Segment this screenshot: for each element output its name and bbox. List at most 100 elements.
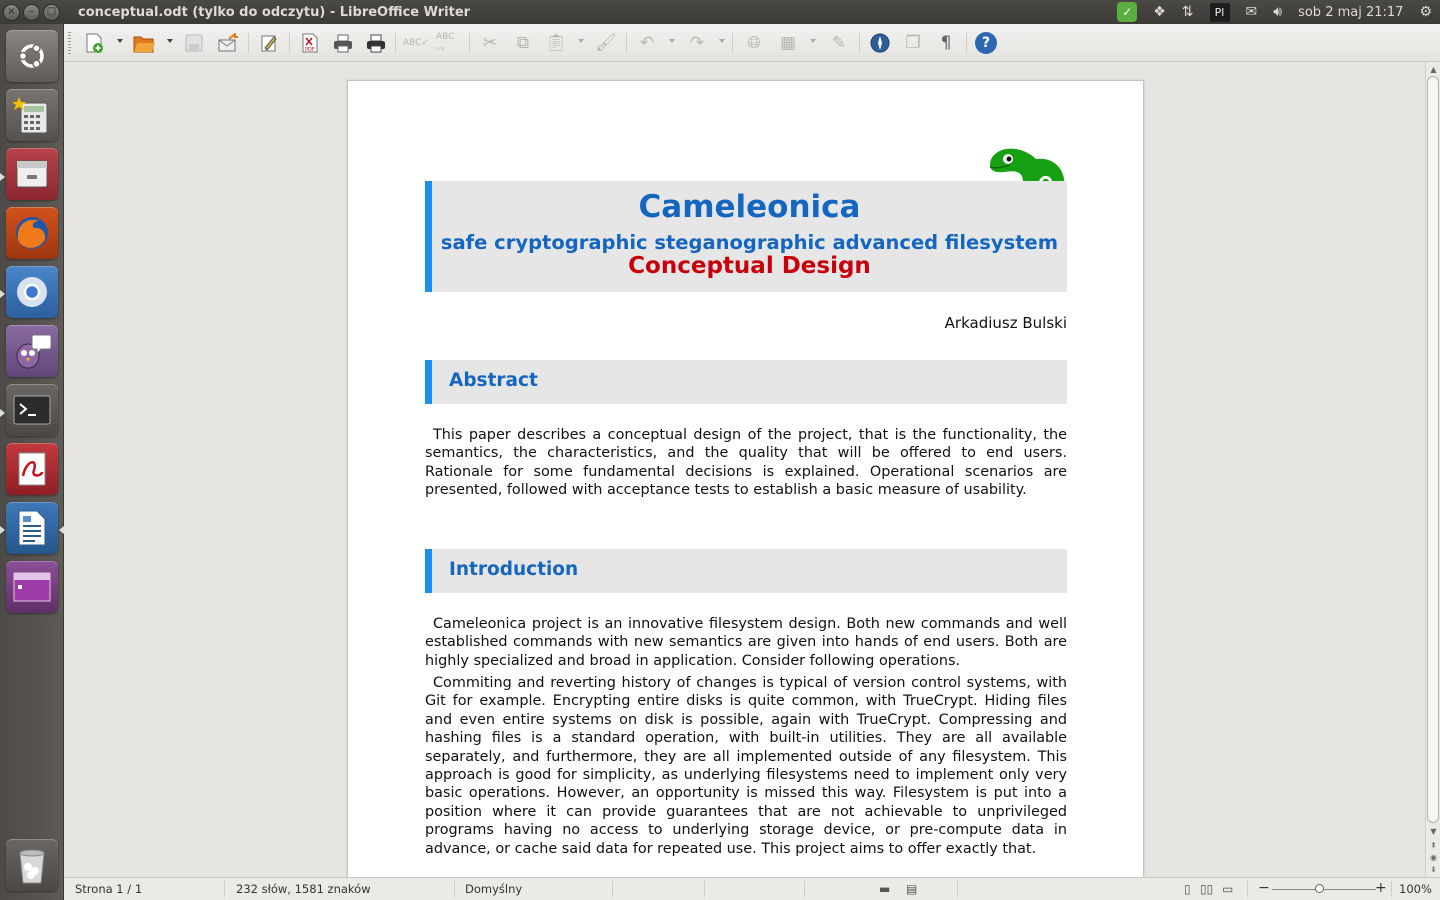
launcher-libreoffice-writer[interactable]	[6, 502, 58, 554]
print-directly-button[interactable]	[363, 30, 389, 56]
spelling-button[interactable]: ABC✓	[403, 30, 429, 56]
scrollbar-thumb[interactable]	[1427, 76, 1439, 823]
document-modified-icon[interactable]: ▤	[906, 882, 917, 896]
keyboard-layout-indicator[interactable]: Pl	[1209, 0, 1230, 24]
multi-page-view-icon[interactable]: ▯▯	[1200, 882, 1213, 896]
gallery-button[interactable]: ❐	[900, 30, 926, 56]
vertical-scrollbar[interactable]: ▲ ▼ ⇞ ◉ ⇟	[1425, 62, 1440, 877]
document-page[interactable]: Cameleonica safe cryptographic steganogr…	[347, 80, 1144, 877]
launcher-pidgin[interactable]	[6, 325, 58, 377]
zoom-level[interactable]: 100%	[1399, 882, 1432, 896]
window-title: conceptual.odt (tylko do odczytu) - Libr…	[78, 4, 471, 20]
help-icon: ?	[975, 32, 997, 54]
network-indicator[interactable]: ⇅	[1182, 0, 1194, 24]
navigator-button[interactable]	[867, 30, 893, 56]
open-button[interactable]	[131, 30, 157, 56]
zoom-out-icon[interactable]: −	[1258, 880, 1270, 896]
launcher-calculator[interactable]	[6, 89, 58, 141]
maximize-icon: □	[46, 6, 57, 17]
launcher-dash[interactable]	[6, 30, 58, 82]
show-draw-functions-button[interactable]: ✎	[826, 30, 852, 56]
formatting-marks-button[interactable]: ¶	[933, 30, 959, 56]
clipboard-icon: 📋︎	[545, 33, 567, 53]
scroll-up-icon[interactable]: ▲	[1428, 64, 1439, 75]
help-button[interactable]: ?	[973, 30, 999, 56]
export-pdf-button[interactable]: PDF	[297, 30, 323, 56]
zoom-slider-knob[interactable]	[1315, 884, 1324, 893]
launcher-firefox[interactable]	[6, 207, 58, 259]
launcher-chromium[interactable]	[6, 266, 58, 318]
new-document-button[interactable]	[81, 30, 107, 56]
launcher-terminal[interactable]	[6, 384, 58, 436]
introduction-paragraph-2: Commiting and reverting history of chang…	[425, 675, 1067, 857]
document-title: Cameleonica	[638, 189, 861, 225]
indicator-area: ✓ ❖ ⇅ Pl ✉ 🔊︎ sob 2 maj 21:17 ⚙	[1109, 0, 1440, 24]
undo-button[interactable]: ↶	[634, 30, 660, 56]
launcher-files[interactable]	[6, 148, 58, 200]
document-subtitle: safe cryptographic steganographic advanc…	[440, 231, 1059, 254]
gear-icon: ⚙	[1419, 4, 1432, 20]
pidgin-icon	[16, 334, 52, 369]
book-view-icon[interactable]: ▭	[1222, 882, 1233, 896]
save-icon	[185, 34, 203, 52]
session-indicator[interactable]: ⚙	[1419, 0, 1432, 24]
paste-button[interactable]: 📋︎	[543, 30, 569, 56]
svg-text:PDF: PDF	[305, 47, 315, 53]
redo-icon: ↷	[689, 33, 705, 53]
close-icon: ×	[7, 6, 16, 17]
minimize-window-button[interactable]: –	[23, 3, 40, 21]
pilcrow-icon: ¶	[940, 33, 952, 53]
clock[interactable]: sob 2 maj 21:17	[1298, 5, 1403, 20]
terminal-icon	[13, 395, 51, 425]
new-document-icon	[86, 33, 103, 53]
dropbox-indicator[interactable]: ❖	[1153, 0, 1166, 24]
ubuntu-logo-icon	[18, 43, 44, 69]
redo-button[interactable]: ↷	[684, 30, 710, 56]
page-style[interactable]: Domyślny	[465, 882, 522, 896]
print-button[interactable]	[330, 30, 356, 56]
section-heading-label: Abstract	[449, 370, 538, 391]
paintbrush-icon: 🖌︎	[595, 33, 617, 53]
volume-indicator[interactable]: 🔊︎	[1273, 0, 1282, 24]
toolbar-grip[interactable]	[68, 32, 71, 54]
hyperlink-button[interactable]: 🌐︎	[741, 30, 767, 56]
mail-indicator[interactable]: ✉	[1246, 0, 1258, 24]
clone-formatting-button[interactable]: 🖌︎	[593, 30, 619, 56]
minimize-icon: –	[29, 6, 34, 17]
launcher-document-viewer[interactable]	[6, 443, 58, 495]
page-number[interactable]: Strona 1 / 1	[75, 882, 142, 896]
copy-button[interactable]: ⧉	[510, 30, 536, 56]
table-button[interactable]: ▦	[775, 30, 801, 56]
word-count[interactable]: 232 słów, 1581 znaków	[236, 882, 371, 896]
auto-spellcheck-button[interactable]: ABC〰	[436, 30, 462, 56]
launcher-workspaces[interactable]	[6, 561, 58, 613]
edit-document-icon	[261, 35, 277, 52]
copy-icon: ⧉	[516, 33, 530, 53]
previous-page-icon[interactable]: ⇞	[1428, 840, 1439, 851]
launcher-trash[interactable]	[6, 839, 58, 891]
save-button[interactable]	[181, 30, 207, 56]
abstract-paragraph: This paper describes a conceptual design…	[425, 427, 1067, 499]
edit-mode-button[interactable]	[256, 30, 282, 56]
send-email-button[interactable]	[215, 30, 241, 56]
gallery-icon: ❐	[905, 33, 921, 53]
single-page-view-icon[interactable]: ▯	[1184, 882, 1191, 896]
mail-icon: ✉	[1245, 4, 1258, 20]
workspace-switcher-icon	[13, 572, 51, 602]
cut-button[interactable]: ✂	[477, 30, 503, 56]
top-panel: × – □ conceptual.odt (tylko do odczytu) …	[0, 0, 1440, 24]
close-window-button[interactable]: ×	[3, 3, 20, 21]
maximize-window-button[interactable]: □	[43, 3, 60, 21]
selection-mode-icon[interactable]: ▬	[879, 882, 890, 896]
document-canvas[interactable]: Cameleonica safe cryptographic steganogr…	[64, 62, 1425, 877]
next-page-icon[interactable]: ⇟	[1428, 864, 1439, 875]
update-indicator[interactable]: ✓	[1117, 0, 1138, 24]
zoom-slider[interactable]	[1272, 889, 1376, 890]
section-heading-introduction: Introduction	[425, 549, 1067, 593]
navigation-icon[interactable]: ◉	[1428, 852, 1439, 863]
navigator-icon	[870, 33, 890, 53]
scissors-icon: ✂	[482, 33, 498, 53]
writer-document-icon	[18, 510, 46, 546]
scroll-down-icon[interactable]: ▼	[1428, 826, 1439, 837]
zoom-in-icon[interactable]: +	[1375, 880, 1387, 896]
